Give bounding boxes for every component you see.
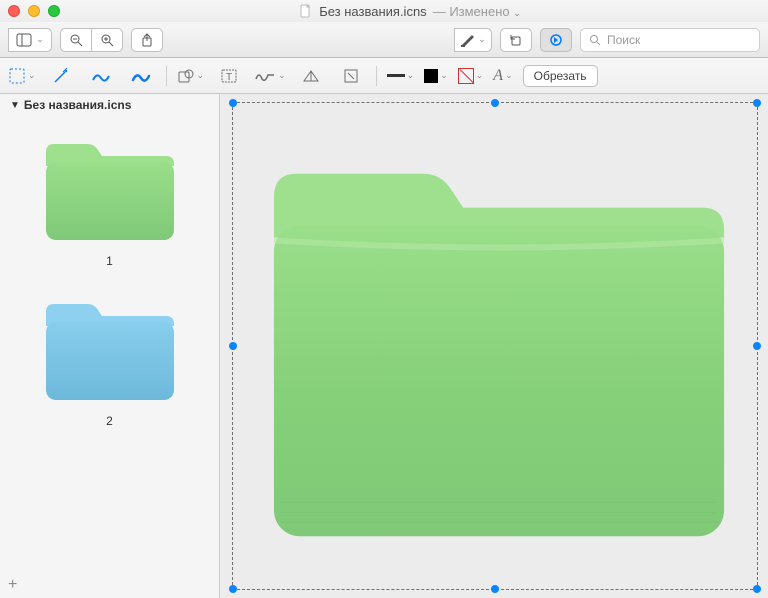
markup-icon	[549, 33, 563, 47]
crop-button-label: Обрезать	[534, 69, 587, 83]
svg-text:T: T	[226, 72, 232, 83]
zoom-group	[60, 28, 123, 52]
markup-dropdown[interactable]: ⌄	[454, 28, 492, 52]
view-dropdown[interactable]: ⌄	[8, 28, 52, 52]
sketch-icon	[91, 68, 111, 84]
share-button[interactable]	[131, 28, 163, 52]
thumbnail-item[interactable]: 2	[0, 288, 219, 436]
disclosure-triangle-icon[interactable]: ▼	[10, 100, 20, 111]
document-icon	[299, 4, 313, 18]
selection-handle[interactable]	[491, 99, 499, 107]
highlighter-icon	[460, 33, 476, 47]
thumbnails-sidebar: ▼ Без названия.icns 1	[0, 94, 220, 598]
selection-handle[interactable]	[753, 585, 761, 593]
sidebar-icon	[16, 33, 32, 47]
sketch-tool[interactable]	[86, 64, 116, 88]
window-title: Без названия.icns — Изменено ⌄	[60, 4, 760, 19]
selection-handle[interactable]	[229, 342, 237, 350]
thumbnail-list: 1 2	[0, 116, 219, 572]
selection-handle[interactable]	[753, 342, 761, 350]
signature-icon	[254, 69, 276, 83]
markup-mode-button[interactable]	[540, 28, 572, 52]
thumbnail-label: 2	[106, 414, 113, 428]
selection-handle[interactable]	[491, 585, 499, 593]
folder-icon-blue	[40, 296, 180, 406]
selection-tool[interactable]: ⌄	[8, 67, 36, 85]
canvas[interactable]	[220, 94, 768, 598]
selection-handle[interactable]	[753, 99, 761, 107]
add-page-button[interactable]: +	[0, 572, 219, 598]
search-placeholder: Поиск	[607, 33, 640, 47]
thumbnail-item[interactable]: 1	[0, 128, 219, 276]
selection-rect-icon	[8, 67, 26, 85]
resize-icon	[343, 68, 359, 84]
sign-tool[interactable]: ⌄	[254, 69, 286, 83]
line-width-dropdown[interactable]: ⌄	[387, 70, 415, 81]
thumbnail-label: 1	[106, 254, 113, 268]
stroke-color-dropdown[interactable]: ⌄	[424, 69, 448, 83]
instant-alpha-tool[interactable]	[46, 64, 76, 88]
rotate-button[interactable]	[500, 28, 532, 52]
folder-icon-green-large	[260, 134, 738, 568]
search-icon	[589, 34, 601, 46]
main-toolbar: ⌄ ⌄ Поиск	[0, 22, 768, 58]
draw-tool[interactable]	[126, 64, 156, 88]
sidebar-filename: Без названия.icns	[24, 98, 132, 112]
rotate-icon	[509, 33, 523, 47]
search-input[interactable]: Поиск	[580, 28, 760, 52]
font-style-dropdown[interactable]: A ⌄	[493, 67, 512, 85]
sidebar-file-header[interactable]: ▼ Без названия.icns	[0, 94, 219, 116]
prism-icon	[302, 69, 320, 83]
zoom-out-icon	[69, 33, 83, 47]
share-icon	[140, 33, 154, 47]
adjust-size-tool[interactable]	[336, 64, 366, 88]
selection-handle[interactable]	[229, 99, 237, 107]
no-fill-icon	[458, 68, 474, 84]
stroke-swatch-icon	[424, 69, 438, 83]
draw-icon	[131, 68, 151, 84]
title-modified: — Изменено ⌄	[433, 4, 521, 19]
zoom-in-button[interactable]	[91, 28, 123, 52]
close-window-button[interactable]	[8, 5, 20, 17]
text-icon: T	[221, 68, 237, 84]
minimize-window-button[interactable]	[28, 5, 40, 17]
text-tool[interactable]: T	[214, 64, 244, 88]
font-a-icon: A	[493, 67, 503, 85]
crop-button[interactable]: Обрезать	[523, 65, 598, 87]
wand-icon	[52, 67, 70, 85]
canvas-image	[260, 134, 738, 568]
title-chevron-icon[interactable]: ⌄	[513, 8, 521, 18]
shapes-tool[interactable]: ⌄	[177, 68, 205, 84]
zoom-in-icon	[100, 33, 114, 47]
plus-icon: +	[8, 576, 17, 593]
content-area: ▼ Без названия.icns 1	[0, 94, 768, 598]
adjust-color-tool[interactable]	[296, 64, 326, 88]
window-titlebar: Без названия.icns — Изменено ⌄	[0, 0, 768, 22]
selection-handle[interactable]	[229, 585, 237, 593]
line-width-icon	[387, 74, 405, 77]
fill-color-dropdown[interactable]: ⌄	[458, 68, 484, 84]
markup-toolbar: ⌄ ⌄ T ⌄ ⌄ ⌄ ⌄ A ⌄ Обрезать	[0, 58, 768, 94]
zoom-out-button[interactable]	[60, 28, 92, 52]
window-controls	[8, 5, 60, 17]
title-filename: Без названия.icns	[319, 4, 426, 19]
maximize-window-button[interactable]	[48, 5, 60, 17]
folder-icon-green	[40, 136, 180, 246]
shapes-icon	[177, 68, 195, 84]
